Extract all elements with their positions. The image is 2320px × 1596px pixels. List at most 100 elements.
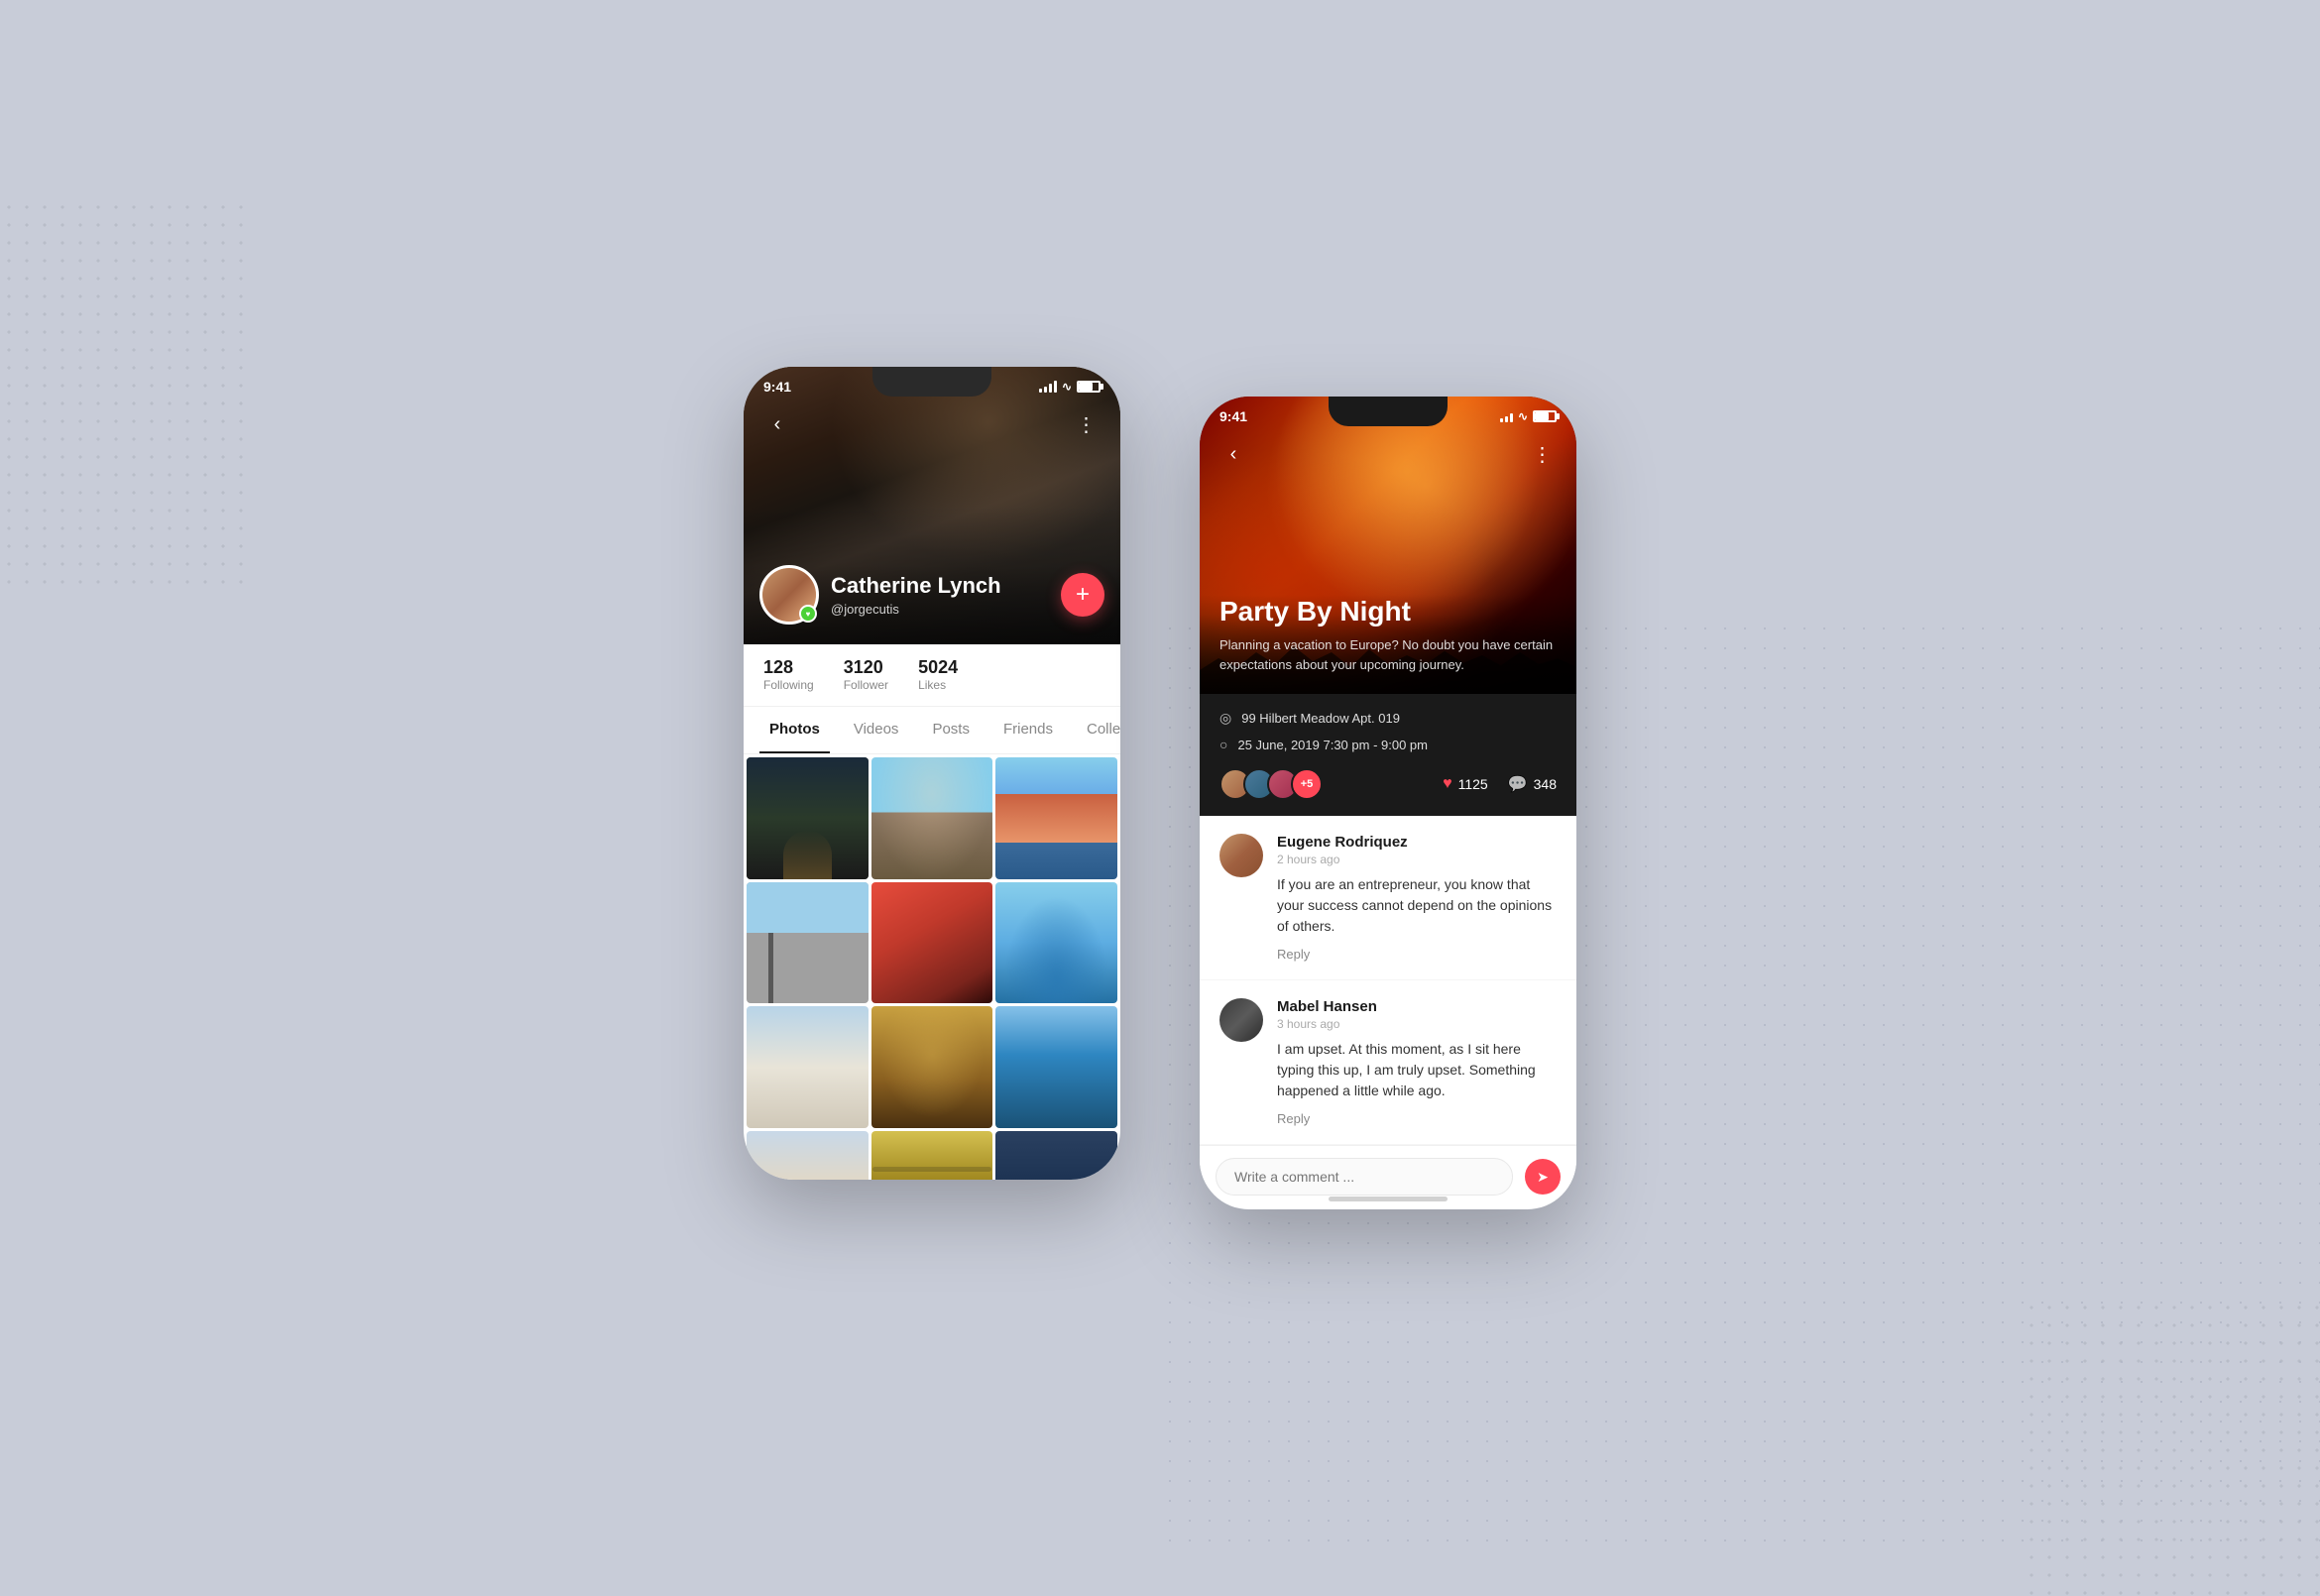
comment-text-1: If you are an entrepreneur, you know tha… <box>1277 874 1557 937</box>
avatar-container <box>759 565 819 625</box>
photo-cell-1[interactable] <box>747 757 869 879</box>
following-count: 128 <box>763 658 793 676</box>
attendee-avatars: +5 <box>1219 768 1323 800</box>
header-actions-2: ‹ ⋮ <box>1200 436 1576 472</box>
photo-cell-4[interactable] <box>747 882 869 1004</box>
stat-following: 128 Following <box>763 658 814 692</box>
time-2: 9:41 <box>1219 408 1247 424</box>
back-button-1[interactable]: ‹ <box>759 406 795 442</box>
comment-author-2: Mabel Hansen <box>1277 998 1557 1015</box>
event-title: Party By Night <box>1219 597 1557 627</box>
phones-container: 9:41 ∿ ‹ ⋮ <box>744 337 1576 1209</box>
event-likes: ♥ 1125 <box>1443 775 1488 793</box>
status-icons-1: ∿ <box>1039 380 1101 394</box>
battery-icon-2 <box>1533 410 1557 422</box>
profile-stats: 128 Following 3120 Follower 5024 Likes <box>744 644 1120 707</box>
time-1: 9:41 <box>763 379 791 395</box>
event-info-overlay: Party By Night Planning a vacation to Eu… <box>1219 597 1557 674</box>
signal-icon-2 <box>1500 410 1513 422</box>
status-icons-2: ∿ <box>1500 409 1557 423</box>
more-button-1[interactable]: ⋮ <box>1069 406 1104 442</box>
comment-input[interactable] <box>1216 1158 1513 1196</box>
home-indicator-2 <box>1329 1197 1448 1201</box>
home-indicator-1 <box>872 1167 991 1172</box>
clock-icon: ○ <box>1219 737 1227 752</box>
event-attendees-row: +5 ♥ 1125 💬 348 <box>1219 768 1557 800</box>
likes-label: Likes <box>918 678 946 692</box>
comment-avatar-2 <box>1219 998 1263 1042</box>
stat-followers: 3120 Follower <box>844 658 888 692</box>
event-description: Planning a vacation to Europe? No doubt … <box>1219 635 1557 674</box>
photo-cell-7[interactable] <box>747 1006 869 1128</box>
photo-cell-12[interactable] <box>995 1131 1117 1180</box>
dot-pattern-left <box>0 198 248 595</box>
photo-cell-2[interactable] <box>871 757 993 879</box>
comment-avatar-1 <box>1219 834 1263 877</box>
photo-cell-10[interactable] <box>747 1131 869 1180</box>
profile-info: Catherine Lynch @jorgecutis + <box>759 565 1104 625</box>
heart-icon: ♥ <box>1443 775 1452 793</box>
profile-tabs: Photos Videos Posts Friends Collec... <box>744 707 1120 754</box>
tab-posts[interactable]: Posts <box>922 707 980 753</box>
location-icon: ◎ <box>1219 710 1231 727</box>
photo-cell-5[interactable] <box>871 882 993 1004</box>
photo-cell-9[interactable] <box>995 1006 1117 1128</box>
event-header: 9:41 ∿ ‹ ⋮ Party By Night <box>1200 397 1576 694</box>
likes-count: 5024 <box>918 658 958 676</box>
profile-handle: @jorgecutis <box>831 602 1049 617</box>
online-indicator <box>799 605 817 623</box>
event-location-row: ◎ 99 Hilbert Meadow Apt. 019 <box>1219 710 1557 727</box>
profile-name-area: Catherine Lynch @jorgecutis <box>831 573 1049 616</box>
profile-header: 9:41 ∿ ‹ ⋮ <box>744 367 1120 644</box>
photo-cell-8[interactable] <box>871 1006 993 1128</box>
comment-reply-1[interactable]: Reply <box>1277 947 1557 962</box>
photo-cell-11[interactable] <box>871 1131 993 1180</box>
event-comments-stat: 💬 348 <box>1508 774 1557 794</box>
tab-collections[interactable]: Collec... <box>1077 707 1120 753</box>
comment-item-2: Mabel Hansen 3 hours ago I am upset. At … <box>1200 980 1576 1145</box>
phone-profile: 9:41 ∿ ‹ ⋮ <box>744 367 1120 1180</box>
dot-pattern-right <box>2023 1299 2320 1596</box>
comment-text-2: I am upset. At this moment, as I sit her… <box>1277 1039 1557 1101</box>
more-button-2[interactable]: ⋮ <box>1525 436 1561 472</box>
stat-likes: 5024 Likes <box>918 658 958 692</box>
likes-count: 1125 <box>1458 776 1488 792</box>
event-details: ◎ 99 Hilbert Meadow Apt. 019 ○ 25 June, … <box>1200 694 1576 816</box>
comment-time-1: 2 hours ago <box>1277 853 1557 866</box>
wifi-icon-1: ∿ <box>1062 380 1072 394</box>
photo-cell-3[interactable] <box>995 757 1117 879</box>
comments-section: Eugene Rodriquez 2 hours ago If you are … <box>1200 816 1576 1145</box>
tab-videos[interactable]: Videos <box>844 707 909 753</box>
profile-name: Catherine Lynch <box>831 573 1049 599</box>
comment-reply-2[interactable]: Reply <box>1277 1111 1557 1126</box>
comment-content-2: Mabel Hansen 3 hours ago I am upset. At … <box>1277 998 1557 1126</box>
comments-count: 348 <box>1534 776 1557 792</box>
comment-author-1: Eugene Rodriquez <box>1277 834 1557 851</box>
tab-photos[interactable]: Photos <box>759 707 830 753</box>
phone-event: 9:41 ∿ ‹ ⋮ Party By Night <box>1200 397 1576 1209</box>
comment-icon: 💬 <box>1508 774 1528 794</box>
signal-icon-1 <box>1039 381 1057 393</box>
event-location: 99 Hilbert Meadow Apt. 019 <box>1241 711 1400 726</box>
send-button[interactable]: ➤ <box>1525 1159 1561 1195</box>
comment-content-1: Eugene Rodriquez 2 hours ago If you are … <box>1277 834 1557 962</box>
tab-friends[interactable]: Friends <box>993 707 1063 753</box>
event-datetime-row: ○ 25 June, 2019 7:30 pm - 9:00 pm <box>1219 737 1557 752</box>
following-label: Following <box>763 678 814 692</box>
comment-time-2: 3 hours ago <box>1277 1017 1557 1031</box>
battery-icon-1 <box>1077 381 1101 393</box>
wifi-icon-2: ∿ <box>1518 409 1528 423</box>
event-stats: ♥ 1125 💬 348 <box>1443 774 1557 794</box>
photo-grid <box>744 754 1120 1180</box>
followers-label: Follower <box>844 678 888 692</box>
followers-count: 3120 <box>844 658 883 676</box>
back-button-2[interactable]: ‹ <box>1216 436 1251 472</box>
notch-2 <box>1329 397 1448 426</box>
event-datetime: 25 June, 2019 7:30 pm - 9:00 pm <box>1237 738 1428 752</box>
comment-item-1: Eugene Rodriquez 2 hours ago If you are … <box>1200 816 1576 980</box>
attendee-more: +5 <box>1291 768 1323 800</box>
photo-cell-6[interactable] <box>995 882 1117 1004</box>
header-actions-1: ‹ ⋮ <box>744 406 1120 442</box>
fab-button[interactable]: + <box>1061 573 1104 617</box>
notch-1 <box>872 367 991 397</box>
